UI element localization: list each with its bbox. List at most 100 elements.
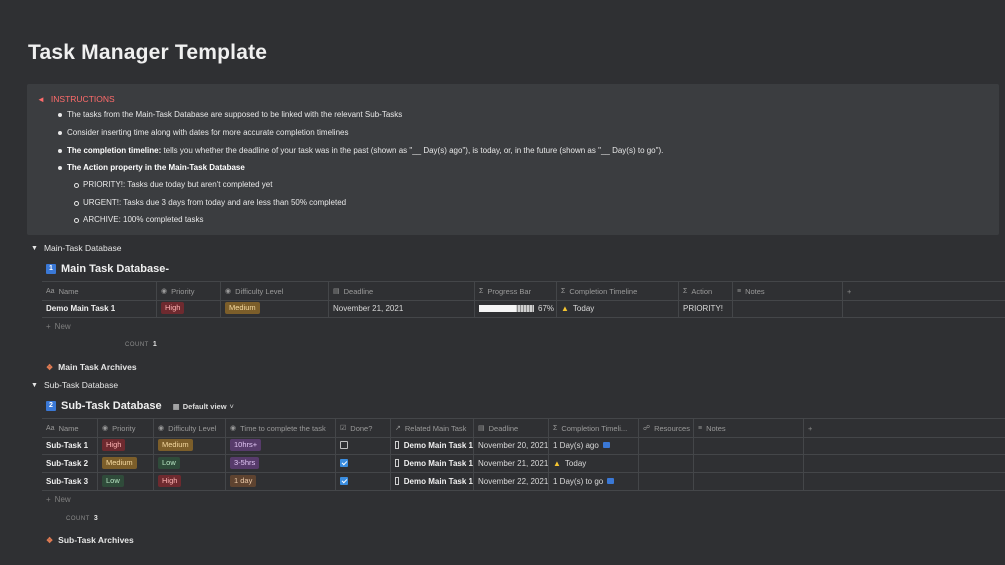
plus-icon: + [808,423,813,433]
cell-notes[interactable] [733,299,843,317]
cell-action[interactable]: PRIORITY! [679,299,733,317]
cell-notes[interactable] [694,436,804,454]
column-header-notes[interactable]: ≡ Notes [733,282,843,300]
formula-icon: Σ [683,287,688,295]
timeline-text: tells you whether the deadline of your t… [161,146,664,155]
priority-tag: Low [102,475,124,487]
cell-name[interactable]: Sub-Task 1 [42,436,98,454]
cell-related[interactable]: Demo Main Task 1 [391,454,474,472]
page-icon [395,441,399,449]
table-row[interactable]: Demo Main Task 1 High Medium November 21… [42,299,1005,318]
time-tag: 3-5hrs [230,457,260,469]
cell-time[interactable]: 1 day [226,472,336,490]
column-header-time[interactable]: ◉ Time to complete the task [226,419,336,437]
done-checkbox[interactable] [340,459,348,467]
column-header-deadline[interactable]: ▤ Deadline [474,419,549,437]
add-column-button[interactable]: + [804,419,834,437]
instructions-header: ◄ INSTRUCTIONS [37,94,115,104]
cell-notes[interactable] [694,472,804,490]
text-lines-icon: ≡ [737,287,742,295]
plus-icon: + [46,495,51,504]
cell-priority[interactable]: High [98,436,154,454]
cell-name[interactable]: Sub-Task 3 [42,472,98,490]
column-header-resources[interactable]: ☍ Resources [639,419,694,437]
cell-related[interactable]: Demo Main Task 1 [391,472,474,490]
priority-tag: Medium [102,457,137,469]
instruction-bullet: The tasks from the Main-Task Database ar… [57,110,403,119]
select-icon: ◉ [230,425,237,432]
table-icon: ▦ [172,401,180,411]
priority-tag: High [161,302,185,314]
table-row[interactable]: Sub-Task 2 Medium Low 3-5hrs Demo Main T… [42,454,1005,473]
cell-timeline[interactable]: 1 Day(s) ago [549,436,639,454]
add-column-button[interactable]: + [843,282,873,300]
main-task-archives-link[interactable]: ❖ Main Task Archives [46,362,137,372]
cell-time[interactable]: 3-5hrs [226,454,336,472]
cell-deadline[interactable]: November 22, 2021 [474,472,549,490]
done-checkbox[interactable] [340,477,348,485]
main-table-header: Aa Name ◉ Priority ◉ Difficulty Level ▤ Dead… [42,281,1005,301]
cell-priority[interactable]: Low [98,472,154,490]
cell-empty [804,454,834,472]
cell-priority[interactable]: Medium [98,454,154,472]
page-icon [395,459,399,467]
sub-db-title[interactable]: 2 Sub-Task Database ▦ Default view ˅ [46,400,234,412]
cell-deadline[interactable]: November 20, 2021 [474,436,549,454]
cell-difficulty[interactable]: Low [154,454,226,472]
cell-name[interactable]: Demo Main Task 1 [42,299,157,317]
column-header-done[interactable]: ☑ Done? [336,419,391,437]
difficulty-tag: High [158,475,182,487]
column-header-priority[interactable]: ◉ Priority [157,282,221,300]
new-row-button[interactable]: + New [46,495,71,504]
cell-priority[interactable]: High [157,299,221,317]
cell-name[interactable]: Sub-Task 2 [42,454,98,472]
number-two-icon: 2 [46,401,56,411]
done-checkbox[interactable] [340,441,348,449]
cell-deadline[interactable]: November 21, 2021 [474,454,549,472]
cell-timeline[interactable]: ▲ Today [549,454,639,472]
column-header-notes[interactable]: ≡ Notes [694,419,804,437]
table-row[interactable]: Sub-Task 1 High Medium 10hrs+ Demo Main … [42,436,1005,455]
cell-done[interactable] [336,454,391,472]
cell-notes[interactable] [694,454,804,472]
column-header-name[interactable]: Aa Name [42,419,98,437]
cell-difficulty[interactable]: Medium [154,436,226,454]
cell-related[interactable]: Demo Main Task 1 [391,436,474,454]
instructions-callout: ◄ INSTRUCTIONS The tasks from the Main-T… [27,84,999,235]
megaphone-icon: ◄ [37,94,45,104]
sub-task-archives-link[interactable]: ❖ Sub-Task Archives [46,535,134,545]
cell-resources[interactable] [639,454,694,472]
column-header-related[interactable]: ↗ Related Main Task [391,419,474,437]
cell-done[interactable] [336,436,391,454]
column-header-name[interactable]: Aa Name [42,282,157,300]
cell-timeline[interactable]: 1 Day(s) to go [549,472,639,490]
column-header-timeline[interactable]: Σ Completion Timeli... [549,419,639,437]
new-row-button[interactable]: + New [46,322,71,331]
number-one-icon: 1 [46,264,56,274]
cell-resources[interactable] [639,436,694,454]
archive-icon: ❖ [46,362,54,372]
column-header-deadline[interactable]: ▤ Deadline [329,282,475,300]
cell-difficulty[interactable]: Medium [221,299,329,317]
calendar-icon: ▤ [478,425,485,432]
column-header-difficulty[interactable]: ◉ Difficulty Level [154,419,226,437]
plus-icon: + [847,286,852,296]
cell-progress[interactable]: 67% [475,299,557,317]
main-db-title[interactable]: 1 Main Task Database- [46,263,169,275]
column-header-action[interactable]: Σ Action [679,282,733,300]
warning-icon: ▲ [561,303,569,313]
cell-resources[interactable] [639,472,694,490]
cell-deadline[interactable]: November 21, 2021 [329,299,475,317]
column-header-difficulty[interactable]: ◉ Difficulty Level [221,282,329,300]
column-header-priority[interactable]: ◉ Priority [98,419,154,437]
cell-time[interactable]: 10hrs+ [226,436,336,454]
toggle-sub-task-database[interactable]: ▼ Sub-Task Database [31,380,118,390]
column-header-timeline[interactable]: Σ Completion Timeline [557,282,679,300]
toggle-main-task-database[interactable]: ▼ Main-Task Database [31,243,121,253]
cell-timeline[interactable]: ▲ Today [557,299,679,317]
cell-difficulty[interactable]: High [154,472,226,490]
column-header-progress[interactable]: Σ Progress Bar [475,282,557,300]
table-row[interactable]: Sub-Task 3 Low High 1 day Demo Main Task… [42,472,1005,491]
cell-done[interactable] [336,472,391,490]
default-view-button[interactable]: ▦ Default view ˅ [173,402,234,411]
